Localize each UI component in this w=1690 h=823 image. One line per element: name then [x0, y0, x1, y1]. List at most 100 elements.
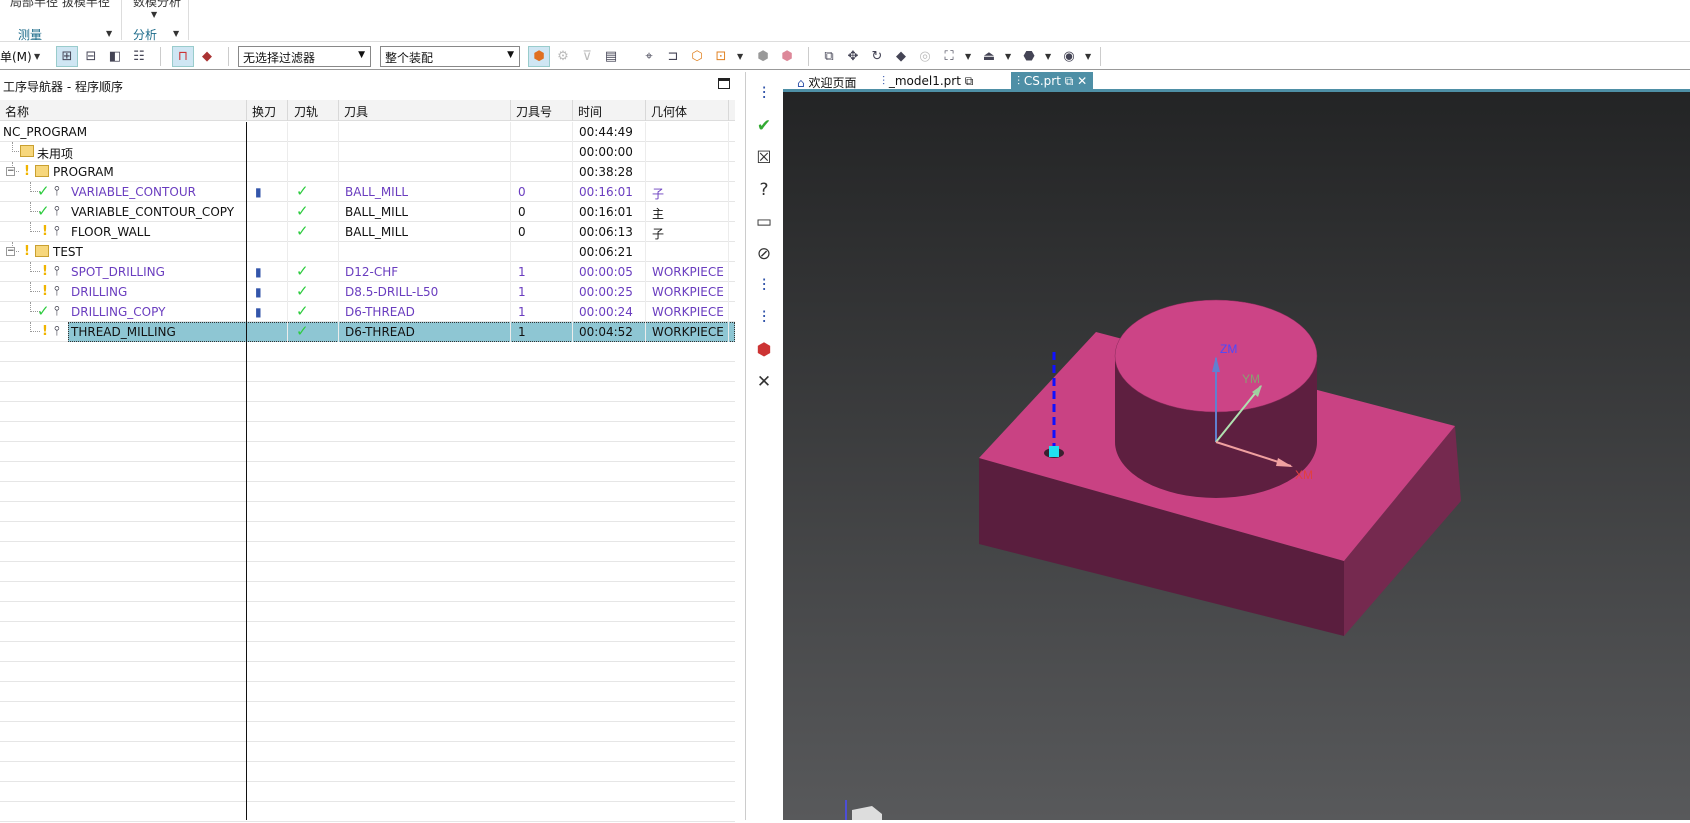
selection-filter-dropdown[interactable]: 无选择过滤器 ▼	[238, 46, 371, 67]
time-cell: 00:06:21	[579, 245, 633, 259]
time-cell: 00:00:05	[579, 265, 633, 279]
toolpath-ok-icon: ✓	[296, 302, 309, 320]
time-cell: 00:00:00	[579, 145, 633, 159]
column-tool-change[interactable]: 换刀	[252, 103, 276, 120]
create-tool-icon[interactable]: ◆	[196, 46, 218, 67]
empty-row	[0, 522, 735, 542]
time-cell: 00:00:25	[579, 285, 633, 299]
tab-1[interactable]: ⫶ _model1.prt ⧉	[876, 72, 979, 92]
table-row[interactable]: ✓ ⫯ VARIABLE_CONTOUR_COPY ✓ BALL_MILL 0 00:16:…	[0, 202, 735, 222]
graphics-viewport[interactable]: ZM YM XM	[783, 92, 1690, 820]
column-geometry[interactable]: 几何体	[651, 103, 687, 120]
chevron-down-icon[interactable]: ▼	[737, 52, 743, 61]
chevron-down-icon[interactable]: ▼	[1045, 52, 1051, 61]
table-row[interactable]: ! ⫯ SPOT_DRILLING ▮ ✓ D12-CHF 1 00:00:05 WORKPIE…	[0, 262, 735, 282]
create-program-icon[interactable]: ⊓	[172, 46, 194, 67]
table-row[interactable]: 未用项 00:00:00	[0, 142, 735, 162]
view-orient-icon[interactable]: ⏏	[978, 46, 1000, 67]
visibility-icon[interactable]: ◉	[1058, 46, 1080, 67]
hide-icon[interactable]: ⊘	[752, 242, 776, 266]
operation-name: PROGRAM	[53, 165, 114, 179]
resource-bar: ⫶ ✔ ☒ ? ▭ ⊘ ⫶ ⫶ ⬢ ✕	[745, 72, 781, 820]
column-tool-number[interactable]: 刀具号	[516, 103, 552, 120]
assembly-scope-dropdown[interactable]: 整个装配 ▼	[380, 46, 520, 67]
geometry-tree-icon[interactable]: ⬢	[752, 338, 776, 362]
empty-row	[0, 462, 735, 482]
drill-icon: ▮	[255, 285, 262, 299]
empty-row	[0, 702, 735, 722]
close-icon[interactable]: ✕	[1077, 74, 1087, 88]
tool-path-icon[interactable]: ⫶	[752, 274, 776, 298]
program-order-view-icon[interactable]: ⊞	[56, 46, 78, 67]
help-icon[interactable]: ?	[752, 178, 776, 202]
column-tool[interactable]: 刀具	[344, 103, 368, 120]
machine-icon[interactable]: ✔	[752, 114, 776, 138]
zoom-icon[interactable]: ⛶	[938, 46, 960, 67]
chevron-down-icon[interactable]: ▼	[34, 52, 40, 61]
save-icon[interactable]: ▭	[752, 210, 776, 234]
table-row[interactable]: ! ⫯ THREAD_MILLING ✓ D6-THREAD 1 00:04:52 WORKP…	[0, 322, 735, 342]
table-row[interactable]: ✓ ⫯ VARIABLE_CONTOUR ▮ ✓ BALL_MILL 0 00:16:01 子	[0, 182, 735, 202]
ribbon-group-analysis[interactable]: 分析	[133, 26, 157, 43]
geometry-cell: WORKPIECE	[652, 305, 724, 319]
tool-cell: D8.5-DRILL-L50	[345, 285, 439, 299]
fit-view-icon[interactable]: ⧉	[818, 46, 840, 67]
chevron-down-icon[interactable]: ▼	[1005, 52, 1011, 61]
operation-type-icon: ⫯	[54, 284, 60, 299]
column-toolpath[interactable]: 刀轨	[294, 103, 318, 120]
snap-end-icon[interactable]: ⊐	[662, 46, 684, 67]
collapse-toggle[interactable]: −	[6, 167, 15, 176]
machine-tool-view-icon[interactable]: ⊟	[80, 46, 102, 67]
render-style-icon[interactable]: ⬣	[1018, 46, 1040, 67]
collapse-toggle[interactable]: −	[6, 247, 15, 256]
warning-icon: !	[42, 284, 48, 299]
table-row[interactable]: −! TEST 00:06:21	[0, 242, 735, 262]
snap-box-icon[interactable]: ⬡	[686, 46, 708, 67]
tab-2[interactable]: ⫶ CS.prt ⧉ ✕	[1011, 72, 1094, 92]
operation-type-icon: ⫯	[54, 204, 60, 219]
snap-center-icon[interactable]: ⊡	[710, 46, 732, 67]
chevron-down-icon[interactable]: ▼	[173, 29, 179, 38]
snap-point-icon[interactable]: ⌖	[638, 46, 660, 67]
menu-button[interactable]: 单(M)	[0, 48, 32, 65]
divider	[121, 0, 122, 40]
chevron-down-icon[interactable]: ▼	[965, 52, 971, 61]
tab-0[interactable]: ⌂ 欢迎页面	[791, 72, 862, 92]
column-name[interactable]: 名称	[5, 103, 29, 120]
maximize-icon[interactable]	[718, 78, 730, 89]
toolpath-ok-icon: ✓	[296, 262, 309, 280]
column-time[interactable]: 时间	[578, 103, 602, 120]
ribbon-group-measure[interactable]: 测量	[18, 26, 42, 43]
table-row[interactable]: NC_PROGRAM 00:44:49	[0, 122, 735, 142]
method-view-icon[interactable]: ☷	[128, 46, 150, 67]
chevron-down-icon[interactable]: ▼	[106, 29, 112, 38]
axis-label-x: XM	[1295, 468, 1313, 482]
pan-icon[interactable]: ✥	[842, 46, 864, 67]
navigator-icon[interactable]: ⫶	[752, 82, 776, 106]
selection-list-icon[interactable]: ▤	[600, 46, 622, 67]
table-row[interactable]: ! ⫯ DRILLING ▮ ✓ D8.5-DRILL-L50 1 00:00:25 WORKP…	[0, 282, 735, 302]
close-box-icon[interactable]: ☒	[752, 146, 776, 170]
section-box-icon[interactable]: ⬢	[776, 46, 798, 67]
shaded-box-icon[interactable]: ⬢	[752, 46, 774, 67]
operation-name: THREAD_MILLING	[71, 325, 176, 339]
tool-tree-icon[interactable]: ⫶	[752, 306, 776, 330]
delete-tool-icon[interactable]: ✕	[752, 370, 776, 394]
shaded-icon[interactable]: ◆	[890, 46, 912, 67]
empty-row	[0, 662, 735, 682]
tool-number-cell: 0	[518, 205, 526, 219]
part-icon: ⫶	[1017, 74, 1021, 88]
program-folder-icon	[35, 245, 49, 257]
geometry-view-icon[interactable]: ◧	[104, 46, 126, 67]
hidden-icon[interactable]: ◎	[914, 46, 936, 67]
table-row[interactable]: ✓ ⫯ DRILLING_COPY ▮ ✓ D6-THREAD 1 00:00:24 WORKP…	[0, 302, 735, 322]
chevron-down-icon[interactable]: ▼	[1085, 52, 1091, 61]
select-feature-icon[interactable]: ⬢	[528, 46, 550, 67]
table-row[interactable]: ! ⫯ FLOOR_WALL ✓ BALL_MILL 0 00:06:13 子	[0, 222, 735, 242]
rotate-icon[interactable]: ↻	[866, 46, 888, 67]
select-body-icon[interactable]: ⚙	[552, 46, 574, 67]
chevron-down-icon[interactable]: ▼	[151, 10, 157, 19]
toolpath-ok-icon: ✓	[296, 282, 309, 300]
filter-icon[interactable]: ⊽	[576, 46, 598, 67]
table-row[interactable]: −! PROGRAM 00:38:28	[0, 162, 735, 182]
